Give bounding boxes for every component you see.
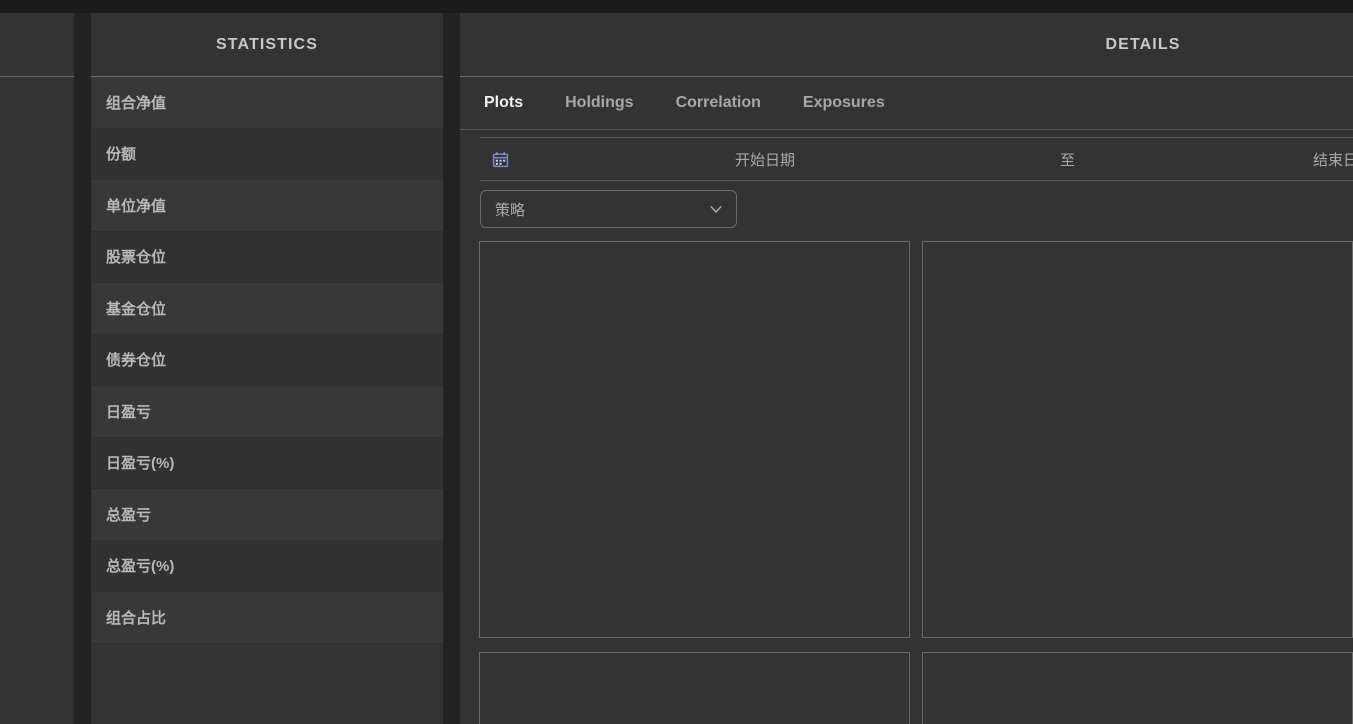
gutter-left <box>74 13 91 724</box>
calendar-icon <box>492 151 509 167</box>
details-tabs: Plots Holdings Correlation Exposures <box>460 77 1353 130</box>
tab-label: Exposures <box>802 94 885 111</box>
plot-bottom-left[interactable] <box>479 652 910 724</box>
stat-row-bond-position[interactable]: 债券仓位 <box>91 334 443 386</box>
tab-exposures[interactable]: Exposures <box>801 90 887 116</box>
plot-top-right[interactable] <box>922 241 1353 638</box>
tab-holdings[interactable]: Holdings <box>563 90 635 116</box>
stat-label: 总盈亏(%) <box>106 558 175 576</box>
top-strip <box>0 0 1353 13</box>
end-date-input[interactable]: 结束日期 <box>1313 149 1353 170</box>
stat-label: 份额 <box>106 146 137 164</box>
strategy-select-value: 策略 <box>495 201 526 219</box>
plot-row-bottom <box>479 652 1353 724</box>
stat-label: 组合净值 <box>106 94 167 112</box>
stat-label: 基金仓位 <box>106 300 167 318</box>
statistics-panel-header: STATISTICS <box>91 13 443 77</box>
stat-label: 组合占比 <box>106 609 167 627</box>
plot-grid <box>460 241 1353 724</box>
tab-correlation[interactable]: Correlation <box>674 90 763 116</box>
tab-plots[interactable]: Plots <box>482 90 525 116</box>
details-panel-title: DETAILS <box>1105 36 1181 53</box>
stat-label: 日盈亏 <box>106 403 152 421</box>
plot-bottom-right[interactable] <box>922 652 1353 724</box>
stat-row-total-pnl-pct[interactable]: 总盈亏(%) <box>91 540 443 592</box>
stat-row-portfolio-nav[interactable]: 组合净值 <box>91 77 443 129</box>
tab-label: Holdings <box>565 94 634 111</box>
stat-row-unit-nav[interactable]: 单位净值 <box>91 180 443 232</box>
app-root: STATISTICS 组合净值 份额 单位净值 股票仓位 基金仓位 债券仓位 日… <box>0 0 1353 724</box>
stat-label: 总盈亏 <box>106 506 152 524</box>
stat-label: 股票仓位 <box>106 249 167 267</box>
left-edge-panel-header <box>0 13 74 77</box>
statistics-panel-title: STATISTICS <box>216 35 318 53</box>
statistics-list: 组合净值 份额 单位净值 股票仓位 基金仓位 债券仓位 日盈亏 日盈亏(%) 总… <box>91 77 443 644</box>
strategy-select[interactable]: 策略 <box>480 190 737 228</box>
statistics-panel: STATISTICS 组合净值 份额 单位净值 股票仓位 基金仓位 债券仓位 日… <box>91 13 443 724</box>
chevron-down-icon <box>710 206 722 213</box>
start-date-input[interactable]: 开始日期 <box>735 149 795 170</box>
plot-top-left[interactable] <box>479 241 910 638</box>
stat-label: 单位净值 <box>106 197 167 215</box>
stat-label: 债券仓位 <box>106 352 167 370</box>
stat-row-fund-position[interactable]: 基金仓位 <box>91 283 443 335</box>
stat-row-portfolio-weight[interactable]: 组合占比 <box>91 592 443 644</box>
left-edge-panel <box>0 13 74 724</box>
date-range-separator: 至 <box>1060 151 1076 169</box>
gutter-middle <box>443 13 460 724</box>
stat-row-total-pnl[interactable]: 总盈亏 <box>91 489 443 541</box>
tab-label: Plots <box>484 94 524 111</box>
stat-row-equity-position[interactable]: 股票仓位 <box>91 231 443 283</box>
details-panel: DETAILS Plots Holdings Correlation Expos… <box>460 13 1353 724</box>
details-toolbar: 开始日期 至 结束日期 策略 <box>460 130 1353 228</box>
stat-row-shares[interactable]: 份额 <box>91 128 443 180</box>
plot-row-top <box>479 241 1353 638</box>
stat-row-daily-pnl[interactable]: 日盈亏 <box>91 386 443 438</box>
date-range-picker[interactable]: 开始日期 至 结束日期 <box>480 137 1353 181</box>
stat-row-daily-pnl-pct[interactable]: 日盈亏(%) <box>91 437 443 489</box>
tab-label: Correlation <box>675 94 761 111</box>
details-panel-header: DETAILS <box>460 13 1353 77</box>
stat-label: 日盈亏(%) <box>106 455 175 473</box>
